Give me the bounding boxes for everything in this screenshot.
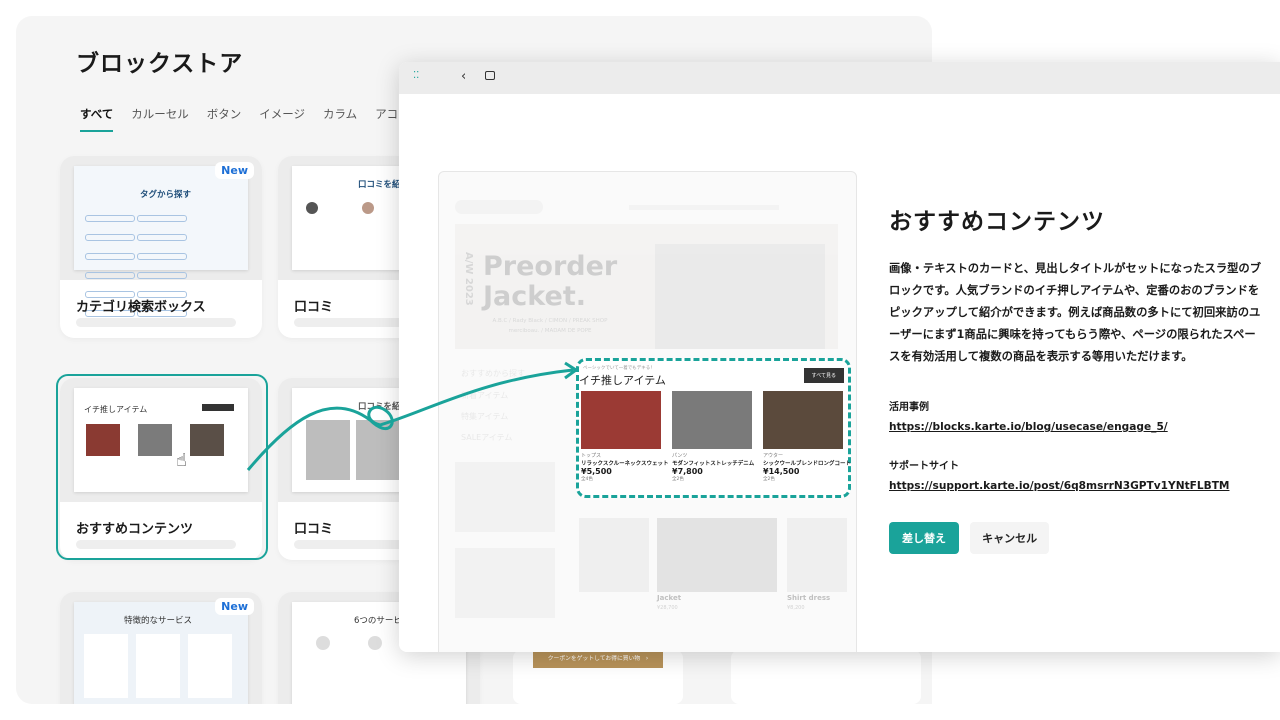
tab-all[interactable]: すべて: [80, 106, 114, 132]
thumb-heading: 特徴的なサービス: [124, 616, 193, 626]
category-tabs: すべて カルーセル ボタン イメージ カラム アコーディ: [80, 106, 432, 132]
back-icon[interactable]: ‹: [461, 69, 466, 84]
modal-toolbar: ⁚⁚ ‹: [399, 62, 1280, 94]
product-stock: 全4色: [581, 477, 593, 482]
lower-item-image: [787, 518, 847, 592]
support-label: サポートサイト: [889, 461, 959, 472]
card-title: 口コミ: [294, 522, 334, 537]
cancel-button[interactable]: キャンセル: [970, 522, 1050, 554]
new-badge: New: [215, 598, 254, 615]
thumbnail-preview: タグから探す: [74, 166, 248, 317]
product-image: [672, 391, 752, 449]
action-buttons: 差し替え キャンセル: [889, 522, 1280, 554]
service-icon: [316, 636, 330, 650]
thumbnail-preview: 特徴的なサービス: [74, 602, 248, 704]
block-preview: A/W 2023 Preorder Jacket. A.B.C / Rady B…: [438, 171, 857, 652]
see-all-button[interactable]: すべて見る: [803, 368, 844, 383]
hand-cursor-icon: ☝: [176, 450, 187, 471]
selection-highlight: [56, 374, 268, 560]
tab-carousel[interactable]: カルーセル: [131, 106, 189, 122]
hero-brands: A.B.C / Rady Black / CIMON / PREAK SHOP …: [492, 318, 608, 334]
card-title: 口コミ: [294, 300, 334, 315]
product-category: アウター: [763, 453, 784, 459]
support-link[interactable]: https://support.karte.io/post/6q8msrrN3G…: [889, 480, 1280, 492]
side-menu-item: 特集アイテム: [461, 412, 509, 421]
side-banner: [455, 548, 555, 618]
section-heading: イチ推しアイテム: [579, 374, 666, 387]
product-image: [763, 391, 843, 449]
product-category: トップス: [581, 453, 602, 459]
product-price: ¥7,800: [672, 467, 703, 476]
hero-title: Preorder Jacket.: [483, 252, 617, 312]
lower-item-price: ¥8,200: [787, 605, 805, 611]
product-image: [581, 391, 661, 449]
avatar: [306, 202, 318, 214]
tab-image[interactable]: イメージ: [259, 106, 305, 122]
block-card-services[interactable]: New 特徴的なサービス: [60, 592, 262, 704]
avatar: [362, 202, 374, 214]
service-item: [136, 634, 180, 698]
product-name: リラックスクルーネックスウェット: [581, 461, 669, 467]
block-detail-modal: ⁚⁚ ‹ A/W 2023 Preorder Jacket. A.B.C / R…: [399, 62, 1280, 652]
tab-button[interactable]: ボタン: [207, 106, 242, 122]
block-description: 画像・テキストのカードと、見出しタイトルがセットになったスラ型のブロックです。人…: [889, 262, 1262, 363]
coupon-banner: クーポンをゲットしてお得に買い物 ›: [533, 650, 663, 668]
lower-item-name: Jacket: [657, 594, 682, 602]
hero-photo: [655, 244, 825, 349]
product-name: シックウールブレンドロングコート: [763, 461, 852, 467]
preview-hero-banner: A/W 2023 Preorder Jacket. A.B.C / Rady B…: [455, 224, 838, 349]
review-card: [356, 420, 400, 480]
lower-item-image: [579, 518, 649, 592]
review-card: [306, 420, 350, 480]
service-item: [84, 634, 128, 698]
replace-button[interactable]: 差し替え: [889, 522, 959, 554]
product-price: ¥5,500: [581, 467, 612, 476]
thumb-heading: タグから探す: [140, 190, 192, 200]
preview-nav-placeholder: [455, 200, 543, 214]
thumb-heading: 6つのサービ: [354, 616, 402, 626]
new-badge: New: [215, 162, 254, 179]
thumb-heading: 口コミを紹: [358, 180, 401, 190]
thumb-heading: 口コミを紹: [358, 402, 401, 412]
block-card-category-search[interactable]: New タグから探す カテゴリ検索ボックス: [60, 156, 262, 338]
side-menu-item: SALEアイテム: [461, 433, 513, 442]
side-banner: [455, 462, 555, 532]
tab-column[interactable]: カラム: [323, 106, 357, 122]
product-price: ¥14,500: [763, 467, 800, 476]
preview-nav-placeholder: [629, 205, 779, 210]
page-title: ブロックストア: [76, 51, 244, 77]
block-title: おすすめコンテンツ: [889, 209, 1105, 235]
usecase-link[interactable]: https://blocks.karte.io/blog/usecase/eng…: [889, 421, 1280, 433]
modal-body: A/W 2023 Preorder Jacket. A.B.C / Rady B…: [399, 94, 1280, 652]
lower-item-price: ¥28,700: [657, 605, 678, 611]
side-menu-item: おすすめから探す: [461, 369, 525, 378]
product-category: パンツ: [672, 453, 688, 459]
app-logo-icon: ⁚⁚: [413, 70, 420, 81]
product-stock: 全2色: [672, 477, 684, 482]
product-card[interactable]: トップス リラックスクルーネックスウェット ¥5,500 全4色: [581, 391, 669, 482]
highlighted-block: ベーシックでいて一着でもデキる！ イチ推しアイテム すべて見る トップス リラッ…: [576, 358, 851, 498]
hero-vertical-text: A/W 2023: [463, 252, 474, 306]
lower-item-image: [657, 518, 777, 592]
sidebar-toggle-icon[interactable]: [485, 71, 495, 80]
service-item: [188, 634, 232, 698]
usecase-label: 活用事例: [889, 402, 929, 413]
product-stock: 全2色: [763, 477, 775, 482]
hero-title-line1: Preorder: [483, 251, 618, 282]
hero-title-line2: Jacket.: [483, 281, 586, 312]
section-caption-small: ベーシックでいて一着でもデキる！: [583, 366, 655, 371]
block-info-panel: おすすめコンテンツ 画像・テキストのカードと、見出しタイトルがセットになったスラ…: [889, 164, 1280, 554]
card-placeholder-bar: [76, 318, 236, 327]
background-card: [731, 650, 921, 704]
product-name: モダンフィットストレッチデニム: [672, 461, 755, 467]
service-icon: [368, 636, 382, 650]
lower-item-name: Shirt dress: [787, 594, 831, 602]
product-card[interactable]: パンツ モダンフィットストレッチデニム ¥7,800 全2色: [672, 391, 755, 482]
card-title: カテゴリ検索ボックス: [76, 300, 206, 315]
side-menu-item: 新着アイテム: [461, 391, 509, 400]
product-card[interactable]: アウター シックウールブレンドロングコート ¥14,500 全2色: [763, 391, 852, 482]
